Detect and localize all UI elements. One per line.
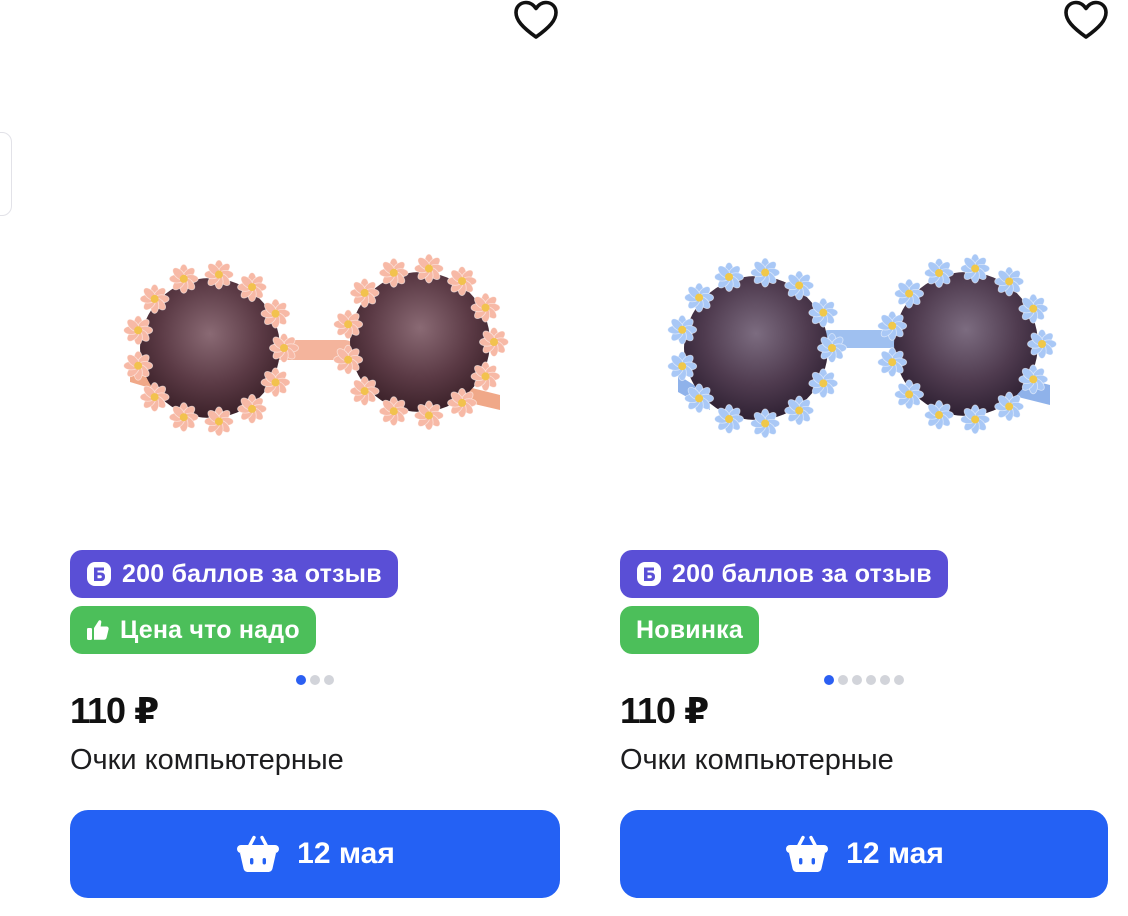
gallery-dot[interactable] [310,675,320,685]
gallery-dot[interactable] [880,675,890,685]
add-to-cart-button[interactable]: 12 мая [70,810,560,898]
tag-badge-text: Новинка [636,615,743,644]
gallery-dot[interactable] [324,675,334,685]
product-card[interactable]: 200 баллов за отзыв Новинка 110 ₽ Очки к… [620,0,1110,916]
side-panel-tab[interactable] [0,132,12,216]
thumbs-up-icon [86,618,110,642]
favorite-button[interactable] [512,0,560,42]
gallery-dot[interactable] [894,675,904,685]
sunglasses-blue-image [667,253,1057,439]
product-title[interactable]: Очки компьютерные [70,744,344,777]
price-tag-badge: Цена что надо [70,606,316,654]
gallery-dot[interactable] [296,675,306,685]
gallery-dots [824,675,904,685]
product-title[interactable]: Очки компьютерные [620,744,894,777]
product-image[interactable] [630,200,1100,490]
product-card[interactable]: 200 баллов за отзыв Цена что надо 110 ₽ … [70,0,560,916]
tag-badge-text: Цена что надо [120,615,300,644]
gallery-dot[interactable] [852,675,862,685]
gallery-dot[interactable] [866,675,876,685]
gallery-dot[interactable] [824,675,834,685]
delivery-date-label: 12 мая [297,837,395,870]
product-price: 110 ₽ [70,690,159,731]
sunglasses-peach-image [123,253,509,437]
heart-outline-icon [514,0,558,39]
product-price: 110 ₽ [620,690,709,731]
new-badge: Новинка [620,606,759,654]
basket-icon [784,834,830,874]
points-badge-text: 200 баллов за отзыв [122,559,382,588]
points-badge: 200 баллов за отзыв [70,550,398,598]
points-badge-text: 200 баллов за отзыв [672,559,932,588]
product-image[interactable] [80,200,550,490]
gallery-dot[interactable] [838,675,848,685]
basket-icon [235,834,281,874]
product-grid: 200 баллов за отзыв Цена что надо 110 ₽ … [0,0,1128,916]
favorite-button[interactable] [1062,0,1110,42]
points-b-icon [636,561,662,587]
heart-outline-icon [1064,0,1108,39]
points-b-icon [86,561,112,587]
add-to-cart-button[interactable]: 12 мая [620,810,1108,898]
delivery-date-label: 12 мая [846,837,944,870]
points-badge: 200 баллов за отзыв [620,550,948,598]
gallery-dots [296,675,334,685]
